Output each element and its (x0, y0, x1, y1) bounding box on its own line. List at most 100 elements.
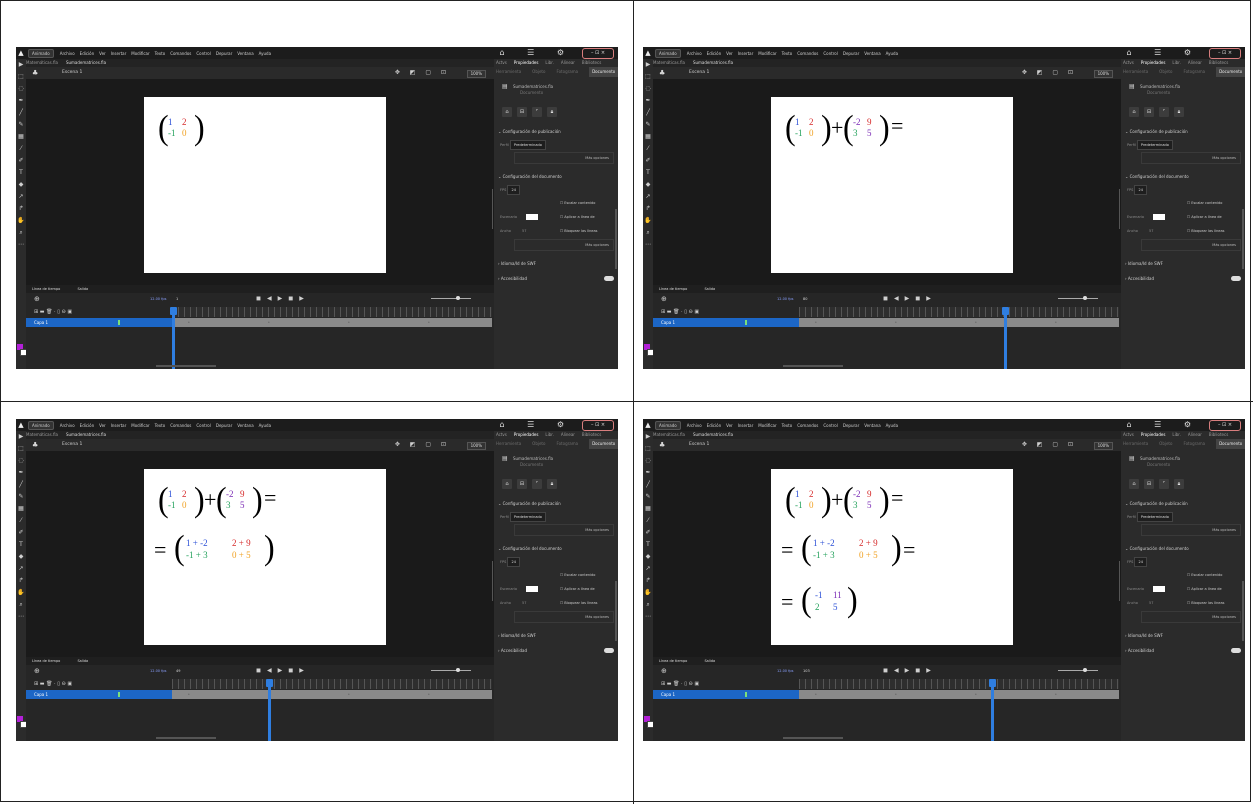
window-controls[interactable]: – ⊡ × (1209, 420, 1241, 431)
keyframe-marker[interactable]: • (895, 320, 899, 325)
stage-scrollbar[interactable] (492, 561, 493, 601)
menu-item[interactable]: Comandos (170, 423, 191, 428)
stage-canvas[interactable]: (1 2 -1 0) (144, 97, 386, 273)
stage-scrollbar[interactable] (1119, 561, 1120, 601)
menu-item[interactable]: Depurar (843, 51, 859, 56)
eyedropper-tool-icon[interactable]: ✐ (643, 527, 653, 539)
tab-libraries[interactable]: Bibliotecs (1209, 431, 1228, 439)
target-field[interactable]: Predeterminado (1136, 512, 1173, 522)
tab-output[interactable]: Salida (77, 659, 88, 663)
menu-item[interactable]: Ver (726, 423, 733, 428)
target-field[interactable]: Predeterminado (509, 140, 546, 150)
fps-display[interactable]: 12.00 fps (777, 293, 793, 305)
frame-display[interactable]: 49 (176, 665, 180, 677)
stage-color-swatch[interactable] (1153, 586, 1166, 592)
menu-item[interactable]: Ver (99, 423, 106, 428)
document-section-header[interactable]: ⌄ Configuración del documento (498, 546, 618, 551)
stage-color-swatch[interactable] (526, 586, 539, 592)
frame-span[interactable]: •••• (172, 318, 492, 327)
tab-properties[interactable]: Propiedades (514, 431, 539, 439)
target-field[interactable]: Predeterminado (1136, 140, 1173, 150)
publish-section-header[interactable]: ⌄ Configuración de publicación (498, 129, 618, 134)
menu-item[interactable]: Ayuda (886, 423, 898, 428)
pencil-tool-icon[interactable]: ✎ (643, 119, 653, 131)
scale-checkbox[interactable]: ☐ Escalar contenido (1187, 199, 1222, 207)
tab-library[interactable]: Libr. (1172, 59, 1180, 67)
zoom-field[interactable]: 100% (1093, 70, 1113, 78)
menu-item[interactable]: Insertar (738, 423, 754, 428)
size-value[interactable]: 57 (522, 229, 526, 233)
subselection-tool-icon[interactable]: ⬚ (643, 71, 653, 83)
keyframe-marker[interactable]: • (348, 320, 352, 325)
frame-ruler[interactable] (172, 679, 492, 689)
doc-tab-active[interactable]: Sumadematrices.fla (66, 59, 106, 67)
frame-span[interactable]: •••• (172, 690, 492, 699)
accessibility-section-header[interactable]: › Accesibilidad (498, 648, 618, 653)
more-options-publish[interactable]: Más opciones (514, 524, 614, 536)
stage-tools-icons[interactable]: ✥ ◩ ▢ ⊡ (1022, 439, 1077, 451)
top-icons[interactable]: ⌂ ☰ ⚙ (1126, 419, 1201, 431)
properties-scrollbar[interactable] (615, 209, 617, 269)
menu-item[interactable]: Ver (726, 51, 733, 56)
selection-tool-icon[interactable]: ▶ (643, 431, 653, 443)
accessibility-section-header[interactable]: › Accesibilidad (1125, 276, 1245, 281)
playhead[interactable] (989, 679, 996, 741)
timeline-scrollbar[interactable] (156, 365, 216, 367)
tab-properties[interactable]: Propiedades (1141, 431, 1166, 439)
fps-display[interactable]: 12.00 fps (777, 665, 793, 677)
window-controls[interactable]: – ⊡ × (582, 420, 614, 431)
lock-icon[interactable]: 🔒︎ (547, 107, 557, 117)
timeline-scrollbar[interactable] (783, 365, 843, 367)
stage-icon[interactable]: ⊟ (1144, 107, 1154, 117)
swf-section-header[interactable]: › Idioma/Id de SWF (1125, 261, 1245, 266)
layer-name[interactable]: Capa 1 (661, 320, 675, 325)
camera-icon[interactable]: ⊕ (661, 293, 667, 305)
tab-align[interactable]: Alinear (561, 59, 575, 67)
playback-controls-icon[interactable]: ◼◀▶◼▶ (256, 293, 310, 305)
layer-row[interactable]: Capa 1 (653, 318, 799, 327)
tab-actions[interactable]: Actvs (496, 59, 507, 67)
subtab-object[interactable]: Objeto (1159, 67, 1172, 77)
keyframe-marker[interactable]: • (188, 692, 192, 697)
line-tool-icon[interactable]: ⁄ (643, 143, 653, 155)
menu-item[interactable]: Edición (80, 51, 94, 56)
more-options-document[interactable]: Más opciones (514, 611, 614, 623)
lasso-tool-icon[interactable]: ◌ (643, 455, 653, 467)
menu-item[interactable]: Depurar (216, 423, 232, 428)
tab-output[interactable]: Salida (704, 287, 715, 291)
more-tools-icon[interactable]: ⋯ (16, 611, 26, 623)
eyedropper-tool-icon[interactable]: ✐ (16, 527, 26, 539)
size-value[interactable]: 57 (522, 601, 526, 605)
pen-tool-icon[interactable]: ✒ (16, 95, 26, 107)
fps-display[interactable]: 12.00 fps (150, 293, 166, 305)
menu-item[interactable]: Archivo (687, 423, 702, 428)
accessibility-toggle[interactable] (604, 276, 614, 281)
stage-icon[interactable]: ⊟ (1144, 479, 1154, 489)
brush-tool-icon[interactable]: ╱ (16, 479, 26, 491)
corner-icon[interactable]: ⌜ (1159, 479, 1169, 489)
stage-tools-icons[interactable]: ✥ ◩ ▢ ⊡ (395, 439, 450, 451)
corner-icon[interactable]: ⌜ (1159, 107, 1169, 117)
stage-tools-icons[interactable]: ✥ ◩ ▢ ⊡ (395, 67, 450, 79)
brush-tool-icon[interactable]: ╱ (643, 479, 653, 491)
target-field[interactable]: Predeterminado (509, 512, 546, 522)
lock-icon[interactable]: 🔒︎ (547, 479, 557, 489)
lasso-tool-icon[interactable]: ◌ (16, 83, 26, 95)
menu-item[interactable]: Edición (707, 51, 721, 56)
text-tool-icon[interactable]: T (16, 539, 26, 551)
timeline-zoom-knob[interactable] (456, 668, 460, 672)
lock-icon[interactable]: 🔒︎ (1174, 479, 1184, 489)
subtab-tool[interactable]: Herramienta (1123, 67, 1148, 77)
timeline-zoom-slider[interactable] (431, 298, 471, 299)
corner-icon[interactable]: ⌜ (532, 479, 542, 489)
menu-item[interactable]: Control (823, 51, 837, 56)
scene-icon[interactable]: ♣ (659, 439, 665, 451)
menu-item[interactable]: Ventana (237, 423, 253, 428)
scene-icon[interactable]: ♣ (32, 439, 38, 451)
lasso-tool-icon[interactable]: ◌ (16, 455, 26, 467)
selection-tool-icon[interactable]: ▶ (16, 431, 26, 443)
text-tool-icon[interactable]: T (643, 539, 653, 551)
eyedropper-tool-icon[interactable]: ✐ (16, 155, 26, 167)
accessibility-toggle[interactable] (1231, 276, 1241, 281)
bone-tool-icon[interactable]: ↱ (643, 203, 653, 215)
